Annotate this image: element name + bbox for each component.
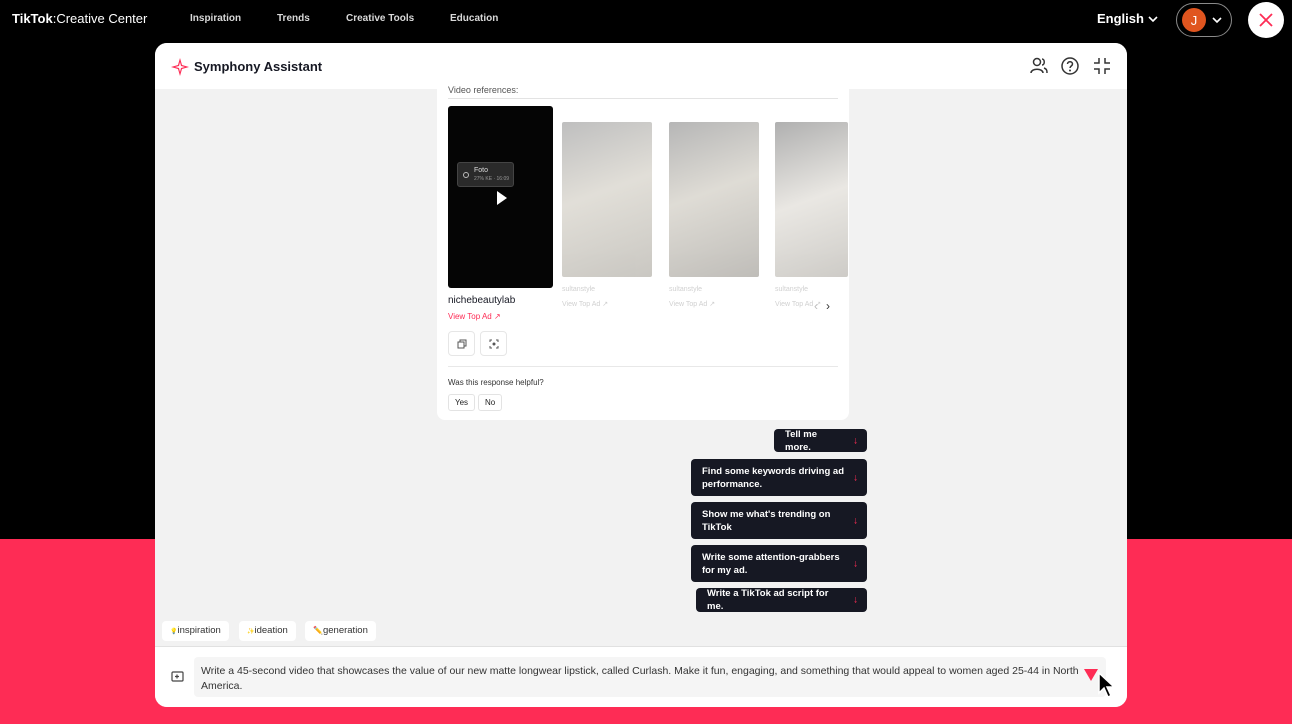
symphony-logo-icon [171,58,189,76]
tag-inspiration[interactable]: 💡inspiration [162,621,229,641]
arrow-down-icon: ↓ [853,515,858,526]
suggestion-tell-me-more[interactable]: Tell me more. ↓ [774,428,867,453]
suggestion-label: Find some keywords driving ad performanc… [702,465,845,490]
panel-header: Symphony Assistant [155,43,1127,89]
divider [448,98,838,99]
arrow-down-icon: ↓ [853,594,858,606]
tag-label: ideation [254,625,288,636]
suggestion-find-keywords[interactable]: Find some keywords driving ad performanc… [691,459,867,496]
suggestion-attention-grabbers[interactable]: Write some attention-grabbers for my ad.… [691,545,867,582]
logo-sub: :Creative Center [52,11,148,26]
view-top-ad-link[interactable]: View Top Ad ↗ [448,312,501,321]
yes-button[interactable]: Yes [448,394,476,411]
suggestion-label: Write a TikTok ad script for me. [707,588,829,612]
arrow-down-icon: ↓ [853,435,858,446]
carousel-prev-icon[interactable]: ‹ [814,299,818,313]
chevron-down-icon [1212,17,1222,24]
send-icon[interactable] [1084,669,1098,681]
foto-label: Foto [474,167,489,174]
video-thumbnail-faded[interactable]: sultanstyle View Top Ad ↗ [669,122,759,308]
video-references-heading: Video references: [448,85,519,95]
logo-brand: TikTok [12,11,53,26]
panel-title: Symphony Assistant [194,59,323,74]
copy-icon [457,339,466,348]
close-button[interactable] [1248,2,1284,38]
focus-icon [489,339,498,348]
play-icon [497,191,507,205]
creator-name: nichebeautylab [448,295,516,306]
arrow-down-icon: ↓ [853,472,858,483]
tiktok-creative-center-logo[interactable]: TikTok:Creative Center [12,11,147,26]
nav-item-trends[interactable]: Trends [277,13,310,24]
tag-label: generation [322,625,368,636]
video-thumbnail-faded[interactable]: sultanstyle View Top Ad ↗ [562,122,652,308]
close-icon [1259,13,1273,27]
suggestion-label: Tell me more. [785,428,818,453]
copy-button[interactable] [448,331,475,356]
people-icon[interactable] [1029,56,1049,76]
video-thumbnail-faded[interactable]: sultanstyle View Top Ad ↗ [775,122,848,308]
mouse-cursor-icon [1098,672,1116,698]
ghost-creator: sultanstyle [775,286,809,293]
symphony-assistant-panel: Symphony Assistant Video references: Fot… [155,43,1127,707]
nav-item-creative-tools[interactable]: Creative Tools [346,13,414,24]
video-thumbnail[interactable]: Foto 27% KE · 16:09 [448,106,553,288]
help-icon[interactable] [1060,56,1080,76]
nav-item-education[interactable]: Education [450,13,498,24]
expand-button[interactable] [480,331,507,356]
language-label: English [1097,11,1144,26]
ghost-creator: sultanstyle [562,286,596,293]
helpful-question: Was this response helpful? [448,378,544,387]
pencil-icon: ✏️ [313,626,323,635]
suggestion-ad-script[interactable]: Write a TikTok ad script for me. ↓ [696,588,867,612]
top-navigation: TikTok:Creative Center Inspiration Trend… [0,0,1292,40]
foto-overlay: Foto 27% KE · 16:09 [457,162,514,187]
prompt-text: Write a 45-second video that showcases t… [201,665,1079,692]
nav-item-inspiration[interactable]: Inspiration [190,13,241,24]
prompt-input-area: Write a 45-second video that showcases t… [155,646,1127,707]
account-menu[interactable]: J [1176,3,1232,37]
suggestion-trending[interactable]: Show me what's trending on TikTok ↓ [691,502,867,539]
tag-generation[interactable]: ✏️generation [305,621,376,641]
prompt-input[interactable]: Write a 45-second video that showcases t… [194,657,1106,697]
carousel-next-icon[interactable]: › [826,299,830,313]
suggestion-label: Write some attention-grabbers for my ad. [702,551,840,576]
foto-sub: 27% KE · 16:09 [474,176,510,182]
arrow-down-icon: ↓ [853,558,858,569]
suggestion-label: Show me what's trending on TikTok [702,508,831,533]
minimize-icon[interactable] [1092,56,1112,76]
ghost-link: View Top Ad ↗ [669,301,716,308]
ghost-link: View Top Ad ↗ [562,301,609,308]
foto-dot-icon [463,172,469,178]
divider [448,366,838,367]
ghost-creator: sultanstyle [669,286,703,293]
avatar: J [1182,8,1206,32]
no-button[interactable]: No [478,394,503,411]
chevron-down-icon [1148,15,1158,22]
tag-label: inspiration [177,625,221,636]
new-chat-icon[interactable] [171,670,185,684]
language-selector[interactable]: English [1097,11,1158,26]
tag-ideation[interactable]: ✨ideation [239,621,296,641]
response-card: Video references: Foto 27% KE · 16:09 su… [437,85,849,420]
